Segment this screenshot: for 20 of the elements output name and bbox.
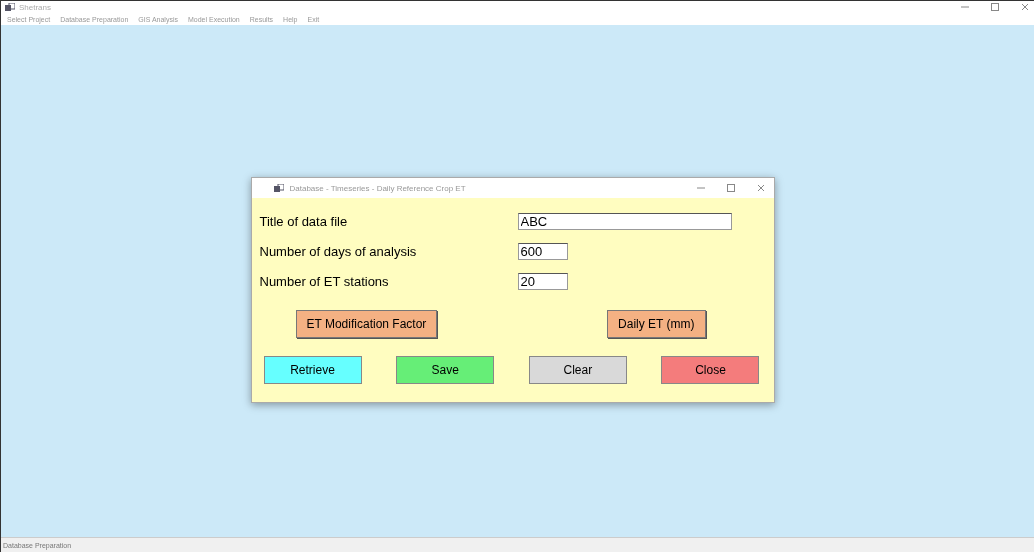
field-label: Number of ET stations [259,273,390,289]
action-button[interactable]: Daily ET (mm) [607,310,706,338]
input-field[interactable]: 20 [517,272,568,290]
dialog-title: Database - Timeseries - Daily Reference Crop ET [289,183,467,193]
dialog-button[interactable]: Retrieve [263,356,362,384]
dialog-button[interactable]: Save [396,356,495,384]
dialog-button[interactable]: Clear [528,356,627,384]
window-title: Shetrans [19,2,53,12]
field-label: Title of data file [259,213,349,229]
close-icon[interactable] [755,183,766,193]
field-label: Number of days of analysis [259,243,418,259]
maximize-icon[interactable] [725,183,736,193]
close-icon[interactable] [1020,2,1030,12]
app-icon [273,183,284,193]
maximize-icon[interactable] [990,2,1000,12]
action-button[interactable]: ET Modification Factor [295,310,438,338]
app-icon [5,2,15,12]
input-field[interactable]: 600 [517,242,568,260]
dialog-button[interactable]: Close [661,356,760,384]
input-field[interactable]: ABC [517,212,732,230]
